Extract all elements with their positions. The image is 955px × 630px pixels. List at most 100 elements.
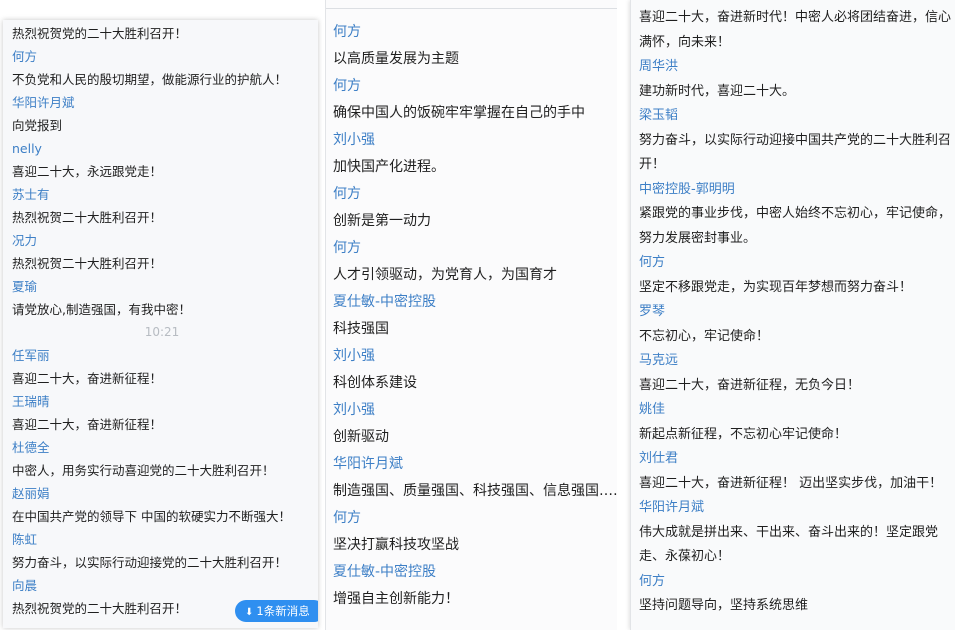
sender-name[interactable]: 梁玉韬 [639,104,951,129]
sender-name[interactable]: 刘小强 [333,343,617,370]
message-text: 建功新时代，喜迎二十大。 [639,83,796,99]
chat-message: 梁玉韬 努力奋斗，以实际行动迎接中国共产党的二十大胜利召开！ [639,104,951,178]
message-text: 科技强国 [333,321,389,337]
sender-name[interactable]: 夏瑜 [12,275,318,298]
chat-message: 何方坚定不移跟党走，为实现百年梦想而努力奋斗！ [639,251,951,300]
chat-message: 苏士有热烈祝贺二十大胜利召开！ [12,183,318,229]
chat-message: 周华洪建功新时代，喜迎二十大。 [639,55,951,104]
new-message-button[interactable]: ⬇︎ 1条新消息 [235,600,318,622]
chat-message: 王瑞晴喜迎二十大，奋进新征程！ [12,390,318,436]
message-text: 坚定不移跟党走，为实现百年梦想而努力奋斗！ [639,279,913,295]
sender-name[interactable]: 刘小强 [333,127,617,154]
chat-message: 姚佳新起点新征程，不忘初心牢记使命！ [639,398,951,447]
message-list[interactable]: 喜迎二十大，奋进新时代！中密人必将团结奋进，信心满怀，向未来！ 周华洪建功新时代，… [639,6,951,619]
sender-name[interactable]: 赵丽娟 [12,482,318,505]
chat-message: 马克远喜迎二十大，奋进新征程，无负今日！ [639,349,951,398]
sender-name[interactable]: 夏仕敏-中密控股 [333,289,617,316]
chat-message: 何方不负党和人民的殷切期望，做能源行业的护航人！ [12,45,318,91]
chat-message: 何方坚决打赢科技攻坚战 [333,505,617,559]
chat-message: 何方坚持问题导向，坚持系统思维 [639,570,951,619]
message-text: 以高质量发展为主题 [333,51,459,67]
message-text: 喜迎二十大，奋进新征程！ 迈出坚实步伐，加油干！ [639,475,943,491]
sender-name[interactable]: 向晨 [12,574,318,597]
sender-name[interactable]: 王瑞晴 [12,390,318,413]
sender-name[interactable]: 况力 [12,229,318,252]
sender-name[interactable]: 华阳许月斌 [639,496,951,521]
chat-message: 刘小强 加快国产化进程。 [333,127,617,181]
message-text: 人才引领驱动，为党育人，为国育才 [333,267,557,283]
message-text: 坚持问题导向，坚持系统思维 [639,598,809,613]
sender-name[interactable]: 罗琴 [639,300,951,325]
message-text: 不忘初心，牢记使命！ [639,328,770,344]
message-text: 热烈祝贺党的二十大胜利召开！ [12,26,188,41]
sender-name[interactable]: 华阳许月斌 [333,451,617,478]
sender-name[interactable]: 任军丽 [12,344,318,367]
chat-message: 何方人才引领驱动，为党育人，为国育才 [333,235,617,289]
chat-message: 华阳许月斌 制造强国、质量强国、科技强国、信息强国…… [333,451,617,505]
chat-message: 何方以高质量发展为主题 [333,19,617,73]
message-text: 确保中国人的饭碗牢牢掌握在自己的手中 [333,105,585,121]
chat-message: nelly 喜迎二十大，永远跟党走！ [12,137,318,183]
chat-message: 罗琴不忘初心，牢记使命！ [639,300,951,349]
sender-name[interactable]: 杜德全 [12,436,318,459]
timestamp: 10:21 [144,325,180,339]
message-text: 喜迎二十大，永远跟党走！ [12,164,163,179]
chat-panel-left[interactable]: 热烈祝贺党的二十大胜利召开！ 何方 不负党和人民的殷切期望，做能源行业的护航人！ 华阳… [3,20,318,628]
chat-message: 任军丽 喜迎二十大，奋进新征程！ [12,344,318,390]
chat-message: 夏仕敏-中密控股科技强国 [333,289,617,343]
chat-panel-middle[interactable]: 何方 以高质量发展为主题 何方 确保中国人的饭碗牢牢掌握在自己的手中 刘小强 加快国产化进… [325,0,617,630]
chat-message: 刘小强 创新驱动 [333,397,617,451]
divider [326,8,617,9]
sender-name[interactable]: nelly [12,137,318,160]
message-text: 坚决打赢科技攻坚战 [333,537,459,553]
sender-name[interactable]: 苏士有 [12,183,318,206]
chat-message: 杜德全中密人，用务实行动喜迎党的二十大胜利召开！ [12,436,318,482]
new-message-label: 1条新消息 [256,604,310,618]
chat-message: 华阳许月斌 向党报到 [12,91,318,137]
message-text: 请党放心,制造强国，有我中密！ [12,302,191,317]
message-text: 紧跟党的事业步伐，中密人始终不忘初心，牢记使命，努力发展密封事业。 [639,206,952,246]
double-chevron-down-icon: ⬇︎ [245,607,254,618]
sender-name[interactable]: 刘小强 [333,397,617,424]
message-text: 伟大成就是拼出来、干出来、奋斗出来的！坚定跟党走、永葆初心！ [639,524,939,565]
message-text: 喜迎二十大，奋进新时代！中密人必将团结奋进，信心满怀，向未来！ [639,10,952,50]
sender-name[interactable]: 何方 [639,251,951,276]
message-text: 不负党和人民的殷切期望，做能源行业的护航人！ [12,72,288,87]
sender-name[interactable]: 中密控股-郭明明 [639,178,951,203]
message-text: 在中国共产党的领导下 中国的软硬实力不断强大！ [12,509,291,524]
message-text: 喜迎二十大，奋进新征程！ [12,417,163,432]
chat-panel-right[interactable]: 喜迎二十大，奋进新时代！中密人必将团结奋进，信心满怀，向未来！ 周华洪建功新时代，… [630,0,955,630]
message-text: 喜迎二十大，奋进新征程，无负今日！ [639,377,861,393]
sender-name[interactable]: 姚佳 [639,398,951,423]
chat-message: 热烈祝贺党的二十大胜利召开！ [12,22,318,45]
sender-name[interactable]: 何方 [12,45,318,68]
sender-name[interactable]: 周华洪 [639,55,951,80]
chat-message: 赵丽娟在中国共产党的领导下 中国的软硬实力不断强大！ [12,482,318,528]
sender-name[interactable]: 何方 [333,505,617,532]
sender-name[interactable]: 华阳许月斌 [12,91,318,114]
chat-message: 中密控股-郭明明紧跟党的事业步伐，中密人始终不忘初心，牢记使命，努力发展密封事业… [639,178,951,252]
sender-name[interactable]: 何方 [333,19,617,46]
sender-name[interactable]: 夏仕敏-中密控股 [333,559,617,586]
chat-message: 刘仕君喜迎二十大，奋进新征程！ 迈出坚实步伐，加油干！ [639,447,951,496]
sender-name[interactable]: 何方 [639,570,951,595]
message-text: 新起点新征程，不忘初心牢记使命！ [639,426,848,442]
chat-message: 何方确保中国人的饭碗牢牢掌握在自己的手中 [333,73,617,127]
message-text: 热烈祝贺二十大胜利召开！ [12,210,163,225]
chat-message: 夏仕敏-中密控股增强自主创新能力！ [333,559,617,613]
message-text: 创新是第一动力 [333,213,431,229]
message-text: 科创体系建设 [333,375,417,391]
sender-name[interactable]: 刘仕君 [639,447,951,472]
message-text: 增强自主创新能力！ [333,591,459,607]
sender-name[interactable]: 陈虹 [12,528,318,551]
message-list[interactable]: 热烈祝贺党的二十大胜利召开！ 何方 不负党和人民的殷切期望，做能源行业的护航人！ 华阳… [12,22,318,620]
sender-name[interactable]: 马克远 [639,349,951,374]
message-list[interactable]: 何方 以高质量发展为主题 何方 确保中国人的饭碗牢牢掌握在自己的手中 刘小强 加快国产化进… [333,19,617,613]
sender-name[interactable]: 何方 [333,73,617,100]
chat-message: 喜迎二十大，奋进新时代！中密人必将团结奋进，信心满怀，向未来！ [639,6,951,55]
chat-message: 华阳许月斌伟大成就是拼出来、干出来、奋斗出来的！坚定跟党走、永葆初心！ [639,496,951,570]
sender-name[interactable]: 何方 [333,235,617,262]
chat-message: 陈虹 努力奋斗，以实际行动迎接党的二十大胜利召开！ [12,528,318,574]
sender-name[interactable]: 何方 [333,181,617,208]
message-text: 中密人，用务实行动喜迎党的二十大胜利召开！ [12,463,275,478]
